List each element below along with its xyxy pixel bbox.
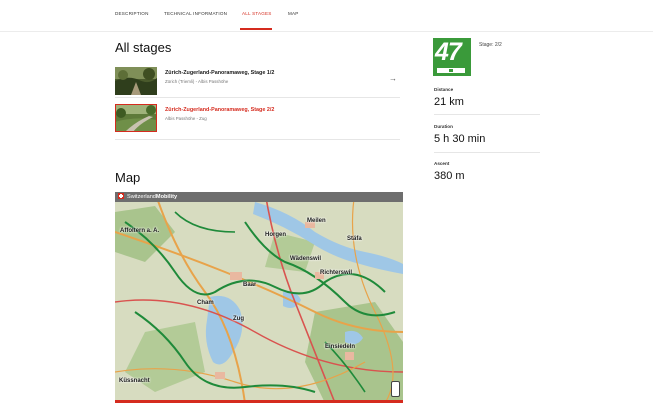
stat-divider (434, 152, 540, 153)
map-label: Zug (233, 316, 244, 322)
stage-2-title: Zürich-Zugerland-Panoramaweg, Stage 2/2 (165, 107, 275, 113)
duration-value: 5 h 30 min (434, 133, 486, 145)
arrow-right-icon[interactable]: → (389, 74, 397, 83)
ascent-label: Ascent (434, 161, 450, 166)
stage-1-title: Zürich-Zugerland-Panoramaweg, Stage 1/2 (165, 70, 275, 76)
stage-divider (115, 139, 400, 140)
map-label: Stäfa (347, 236, 362, 242)
duration-label: Duration (434, 124, 453, 129)
map-bottom-bar (115, 400, 403, 403)
map-label: Küssnacht (119, 378, 150, 384)
active-tab-indicator (240, 28, 272, 30)
tab-bar: DESCRIPTION TECHNICAL INFORMATION ALL ST… (0, 0, 653, 32)
map-label: Cham (197, 300, 214, 306)
map-label: Meilen (307, 218, 326, 224)
stage-2-subtitle: Albis Passhöhe - Zug (165, 116, 207, 121)
swiss-flag-icon (437, 68, 465, 73)
stage-divider (115, 97, 400, 98)
map-label: Baar (243, 282, 257, 288)
tab-description[interactable]: DESCRIPTION (115, 11, 149, 16)
stage-2-thumbnail (115, 104, 157, 132)
map-zoom-control[interactable] (391, 381, 400, 397)
map-label: Wädenswil (290, 256, 322, 262)
map-label: Einsiedeln (325, 344, 356, 350)
stage-1-thumbnail (115, 67, 157, 95)
map-canvas (115, 192, 403, 403)
stage-item-1[interactable]: Zürich-Zugerland-Panoramaweg, Stage 1/2 … (115, 67, 400, 99)
map-label: Affoltern a. A. (120, 228, 160, 234)
ascent-value: 380 m (434, 170, 465, 182)
distance-label: Distance (434, 87, 454, 92)
tab-all-stages[interactable]: ALL STAGES (242, 11, 272, 16)
swiss-cross-icon (118, 193, 124, 199)
route-map[interactable]: SwitzerlandMobility Meilen Wädenswil Ric… (115, 192, 403, 403)
tab-map[interactable]: MAP (288, 11, 299, 16)
stat-divider (434, 114, 540, 115)
stage-item-2[interactable]: Zürich-Zugerland-Panoramaweg, Stage 2/2 … (115, 104, 400, 136)
map-label: Horgen (265, 232, 286, 238)
tab-technical-information[interactable]: TECHNICAL INFORMATION (164, 11, 227, 16)
map-heading: Map (115, 170, 141, 185)
map-label: Richterswil (320, 270, 353, 276)
map-brand-prefix: Switzerland (127, 194, 156, 200)
distance-value: 21 km (434, 96, 464, 108)
map-brand-bar: SwitzerlandMobility (115, 192, 403, 202)
map-brand-suffix: Mobility (155, 194, 178, 200)
stage-1-subtitle: Zürich (Triemli) - Albis Passhöhe (165, 79, 229, 84)
route-number: 47 (435, 38, 462, 66)
route-badge: 47 (433, 38, 471, 76)
all-stages-heading: All stages (115, 40, 172, 55)
stage-indicator: Stage: 2/2 (479, 42, 502, 48)
